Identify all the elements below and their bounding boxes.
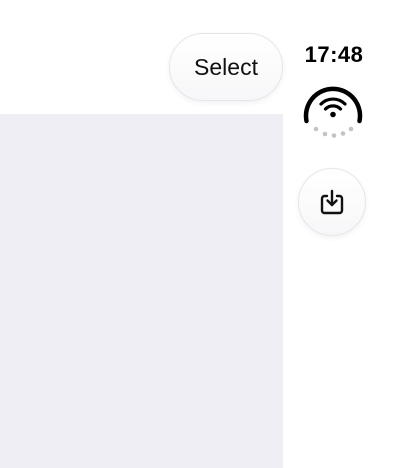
content-panel: [0, 114, 283, 468]
status-time: 17:48: [304, 42, 364, 67]
wifi-status-indicator: [300, 76, 366, 142]
download-button[interactable]: [298, 168, 366, 236]
wifi-icon: [303, 86, 363, 138]
select-button-label: Select: [194, 53, 258, 80]
select-button[interactable]: Select: [169, 33, 283, 101]
screen: Select 17:48: [0, 0, 400, 468]
download-tray-icon: [320, 189, 344, 215]
